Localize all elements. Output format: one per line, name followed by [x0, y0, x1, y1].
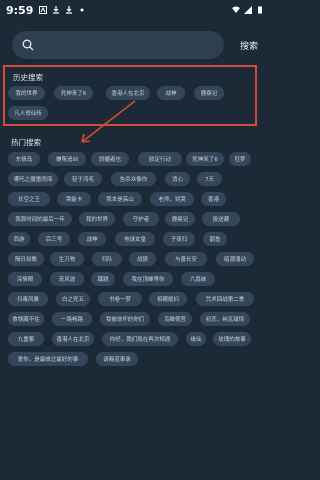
hot-tag[interactable]: 长空之王 [8, 192, 50, 206]
hot-tag[interactable]: 与善长安 [165, 252, 207, 266]
status-bar: 9:59 [0, 0, 270, 20]
download-icon [66, 6, 73, 14]
hot-tag[interactable]: 鹊鱼 [203, 232, 227, 246]
hot-tag[interactable]: 哪吒之魔童闹海 [8, 172, 58, 186]
hot-tag[interactable]: 相親媳妇 [149, 292, 187, 306]
search-button[interactable]: 搜索 [240, 39, 258, 52]
wifi-icon [232, 6, 240, 13]
hot-tag[interactable]: 宠风波 [50, 272, 84, 286]
hot-tag[interactable]: 我本是高山 [98, 192, 142, 206]
hot-tag[interactable]: 暗潮涌动 [216, 252, 254, 266]
hot-tag[interactable]: 西游 [8, 232, 30, 246]
hot-tag[interactable]: 地球女皇 [115, 232, 155, 246]
status-system-icons [232, 6, 264, 14]
search-icon [22, 39, 34, 51]
hot-tag[interactable]: 守护者 [123, 212, 159, 226]
hot-tag[interactable]: 玫瑰的故事 [213, 332, 251, 346]
hot-tag[interactable]: 狂梦 [229, 152, 251, 166]
hot-tag[interactable]: 扫毒风暴 [8, 292, 48, 306]
hot-tag[interactable]: 缘仙 [186, 332, 206, 346]
hot-tag[interactable]: 生万物 [50, 252, 84, 266]
search-input[interactable] [40, 39, 210, 51]
hot-tag[interactable]: 我在顶峰等你 [123, 272, 173, 286]
download-icon [53, 6, 60, 14]
hot-tag[interactable]: 战神 [78, 232, 106, 246]
hot-tag[interactable]: 欧定行动 [138, 152, 182, 166]
hot-tag[interactable]: 我的世界 [79, 212, 115, 226]
hot-tag[interactable]: 消心 [165, 172, 190, 186]
hot-tag[interactable]: 投送藏 [202, 212, 240, 226]
history-tag[interactable]: 战神 [157, 86, 185, 100]
hot-tag[interactable]: 归队 [92, 252, 122, 266]
hot-tag[interactable]: 战狼 [129, 252, 156, 266]
status-time: 9:59 [6, 3, 34, 17]
hot-tag[interactable]: 白之死五 [56, 292, 90, 306]
hot-tag[interactable]: 咒术回战第二季 [196, 292, 254, 306]
hot-tag[interactable]: 深情眼 [8, 272, 42, 286]
hot-tag[interactable]: 初恋，纳瓦甜惊 [200, 312, 250, 326]
signal-icon [244, 6, 252, 14]
hot-tag[interactable]: 哭能卡 [57, 192, 91, 206]
hot-tag[interactable]: 骄媚者也 [91, 152, 129, 166]
hot-tag[interactable]: 7天 [197, 172, 222, 186]
search-row: 搜索 [12, 30, 258, 60]
hot-tag[interactable]: 食锅藏不住 [8, 312, 44, 326]
hot-tag[interactable]: 香港人在北京 [52, 332, 94, 346]
history-tag[interactable]: 我的世界 [8, 86, 45, 100]
hot-tag[interactable]: 书卷一梦 [98, 292, 142, 306]
battery-icon [258, 6, 262, 14]
hot-tag[interactable]: 我被烧坏的你们 [100, 312, 150, 326]
hot-tag[interactable]: 后三号 [38, 232, 70, 246]
app-notification-icon [39, 6, 48, 14]
status-notification-icons [39, 6, 86, 14]
hot-tag[interactable]: 鸟瞰荷官 [158, 312, 192, 326]
hot-tag[interactable]: 轻于鸿毛 [64, 172, 102, 186]
hot-tag[interactable]: 我那时间的最后一年 [8, 212, 72, 226]
hot-tag[interactable]: 请赐道事录 [96, 352, 138, 366]
hot-tag[interactable]: 老师，到哭 [150, 192, 194, 206]
hot-tag[interactable]: 子夜归 [163, 232, 195, 246]
hot-tag[interactable]: 爱你，是最故过最好的事 [8, 352, 88, 366]
history-tag[interactable]: 鹿鼎记 [194, 86, 224, 100]
hot-tag[interactable]: 六扇妹 [181, 272, 215, 286]
history-tag[interactable]: 凡人修仙传 [8, 106, 48, 120]
hot-tag[interactable]: 香港 [201, 192, 226, 206]
hot-tag[interactable]: 鹿鼎记 [165, 212, 195, 226]
hot-tag[interactable]: 九重紫 [8, 332, 44, 346]
history-title: 历史搜索 [13, 73, 43, 82]
search-box[interactable] [12, 31, 224, 59]
hot-tag[interactable]: 隔日如歌 [8, 252, 44, 266]
history-tag[interactable]: 香港人在北京 [106, 86, 150, 100]
hot-tag[interactable]: 告杀众像你 [111, 172, 156, 186]
history-tag[interactable]: 死神来了6 [54, 86, 93, 100]
hot-tag[interactable]: 蹊跷 [91, 272, 115, 286]
hot-tag[interactable]: 东极岛 [8, 152, 40, 166]
hot-tag[interactable]: 你好，我们现在再次相遇 [102, 332, 178, 346]
dot-icon [80, 8, 84, 12]
hot-tag[interactable]: 一路畅路 [52, 312, 92, 326]
hot-title: 热门搜索 [11, 138, 41, 147]
hot-tag[interactable]: 死神来了6 [186, 152, 224, 166]
hot-tag[interactable]: 嫌冤追凶 [48, 152, 86, 166]
